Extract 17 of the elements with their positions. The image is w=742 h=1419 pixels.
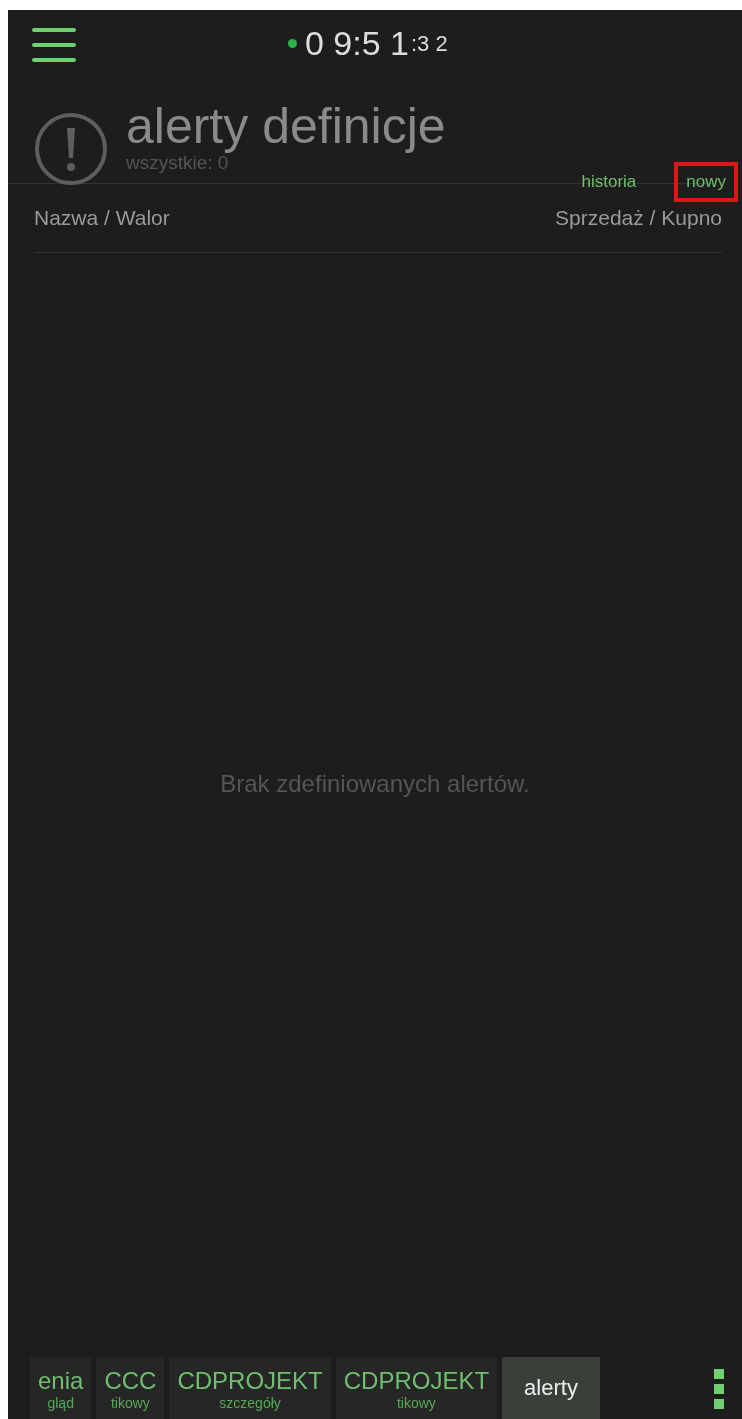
column-header: Sprzedaż / Kupno <box>555 206 722 230</box>
tab[interactable]: CCC tikowy <box>96 1357 165 1419</box>
action-link[interactable]: historia <box>569 162 649 202</box>
tab[interactable]: CDPROJEKT tikowy <box>335 1357 498 1419</box>
tab[interactable]: alerty <box>502 1357 600 1419</box>
action-link[interactable]: nowy <box>674 162 738 202</box>
exclamation-icon <box>34 112 108 186</box>
page-title: alerty definicje <box>126 100 446 152</box>
clock-seconds: :3 2 <box>411 30 448 57</box>
tab[interactable]: CDPROJEKT szczegóły <box>169 1357 331 1419</box>
clock-time: 0 9:5 1 <box>305 24 409 63</box>
alert-count: wszystkie: 0 <box>126 152 229 174</box>
tab[interactable]: enia gląd <box>30 1357 92 1419</box>
column-header: Nazwa / Walor <box>34 206 170 230</box>
empty-message: Brak zdefiniowanych alertów. <box>220 770 530 798</box>
menu-icon[interactable] <box>32 28 76 62</box>
more-icon[interactable] <box>714 1369 724 1409</box>
